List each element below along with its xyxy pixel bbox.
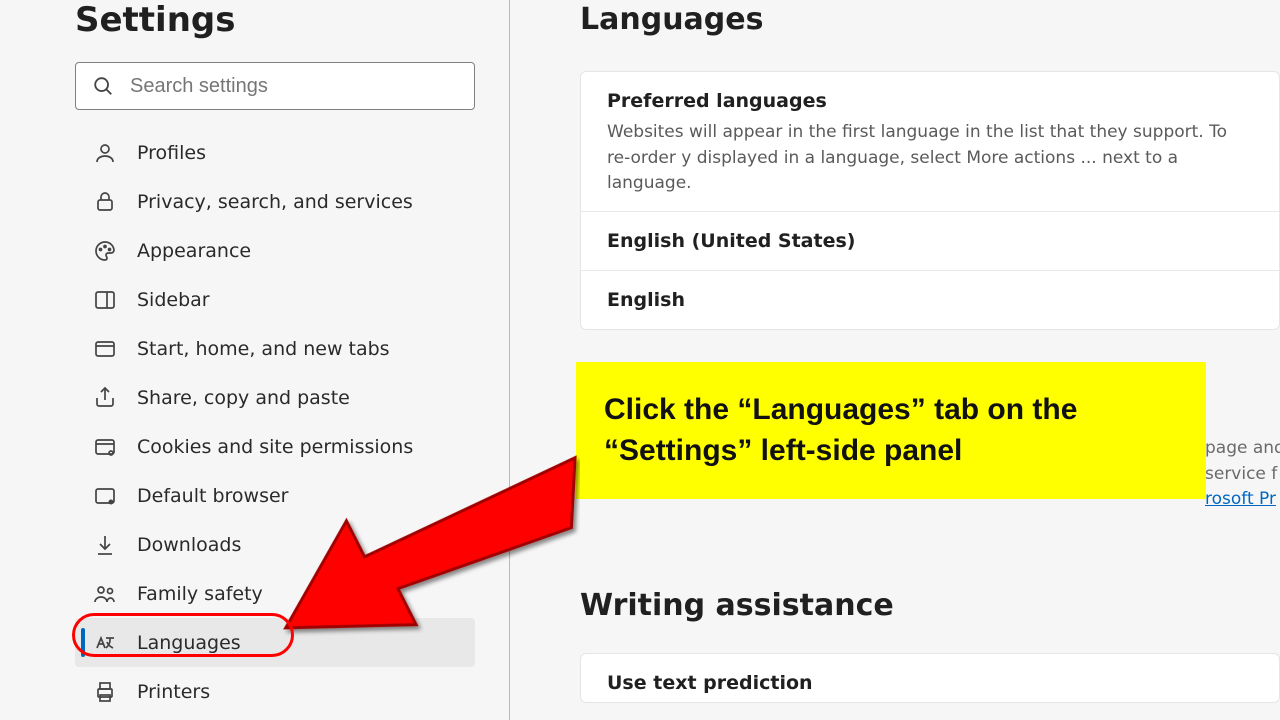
search-input[interactable] xyxy=(75,62,475,110)
share-icon xyxy=(93,386,117,410)
preferred-languages-desc: Websites will appear in the first langua… xyxy=(607,120,1253,197)
text-prediction-title: Use text prediction xyxy=(581,654,1279,702)
clipped-text: page and service f rosoft Pr xyxy=(1205,436,1280,513)
sidebar-item-share[interactable]: Share, copy and paste xyxy=(75,373,475,422)
lock-icon xyxy=(93,190,117,214)
sidebar-item-label: Downloads xyxy=(137,534,241,556)
sidebar-item-appearance[interactable]: Appearance xyxy=(75,226,475,275)
language-icon xyxy=(93,631,117,655)
download-icon xyxy=(93,533,117,557)
preferred-languages-title: Preferred languages xyxy=(607,90,1253,112)
sidebar-item-downloads[interactable]: Downloads xyxy=(75,520,475,569)
page-title: Settings xyxy=(75,0,489,40)
section-title-writing: Writing assistance xyxy=(580,588,1280,623)
search-container xyxy=(75,62,475,110)
sidebar-item-label: Start, home, and new tabs xyxy=(137,338,390,360)
profile-icon xyxy=(93,141,117,165)
printer-icon xyxy=(93,680,117,704)
sidebar-item-label: Appearance xyxy=(137,240,251,262)
tab-icon xyxy=(93,337,117,361)
main-content: Languages Preferred languages Websites w… xyxy=(510,0,1280,720)
sidebar-item-languages[interactable]: Languages xyxy=(75,618,475,667)
layout-icon xyxy=(93,288,117,312)
sidebar-item-profiles[interactable]: Profiles xyxy=(75,128,475,177)
sidebar-item-label: Languages xyxy=(137,632,241,654)
sidebar-item-cookies[interactable]: Cookies and site permissions xyxy=(75,422,475,471)
sidebar-item-label: Sidebar xyxy=(137,289,210,311)
clipped-link[interactable]: rosoft Pr xyxy=(1205,489,1276,509)
language-row[interactable]: English (United States) xyxy=(581,211,1279,270)
sidebar-item-printers[interactable]: Printers xyxy=(75,667,475,716)
language-row[interactable]: English xyxy=(581,270,1279,329)
sidebar-item-label: Family safety xyxy=(137,583,263,605)
section-title-languages: Languages xyxy=(580,2,1280,37)
people-icon xyxy=(93,582,117,606)
sidebar-item-label: Privacy, search, and services xyxy=(137,191,413,213)
sidebar-item-sidebar[interactable]: Sidebar xyxy=(75,275,475,324)
palette-icon xyxy=(93,239,117,263)
sidebar-item-default-browser[interactable]: Default browser xyxy=(75,471,475,520)
browser-icon xyxy=(93,484,117,508)
writing-assistance-card: Use text prediction xyxy=(580,653,1280,703)
search-icon xyxy=(92,75,114,97)
sidebar-item-label: Cookies and site permissions xyxy=(137,436,413,458)
sidebar-item-label: Default browser xyxy=(137,485,288,507)
sidebar-item-family[interactable]: Family safety xyxy=(75,569,475,618)
settings-sidebar: Settings Profiles Privacy, search, and s… xyxy=(0,0,510,720)
sidebar-item-label: Profiles xyxy=(137,142,206,164)
sidebar-item-label: Printers xyxy=(137,681,210,703)
cookie-icon xyxy=(93,435,117,459)
sidebar-item-label: Share, copy and paste xyxy=(137,387,350,409)
annotation-callout: Click the “Languages” tab on the “Settin… xyxy=(576,362,1206,499)
sidebar-item-privacy[interactable]: Privacy, search, and services xyxy=(75,177,475,226)
sidebar-item-start[interactable]: Start, home, and new tabs xyxy=(75,324,475,373)
settings-nav: Profiles Privacy, search, and services A… xyxy=(75,128,475,716)
preferred-languages-card: Preferred languages Websites will appear… xyxy=(580,71,1280,330)
